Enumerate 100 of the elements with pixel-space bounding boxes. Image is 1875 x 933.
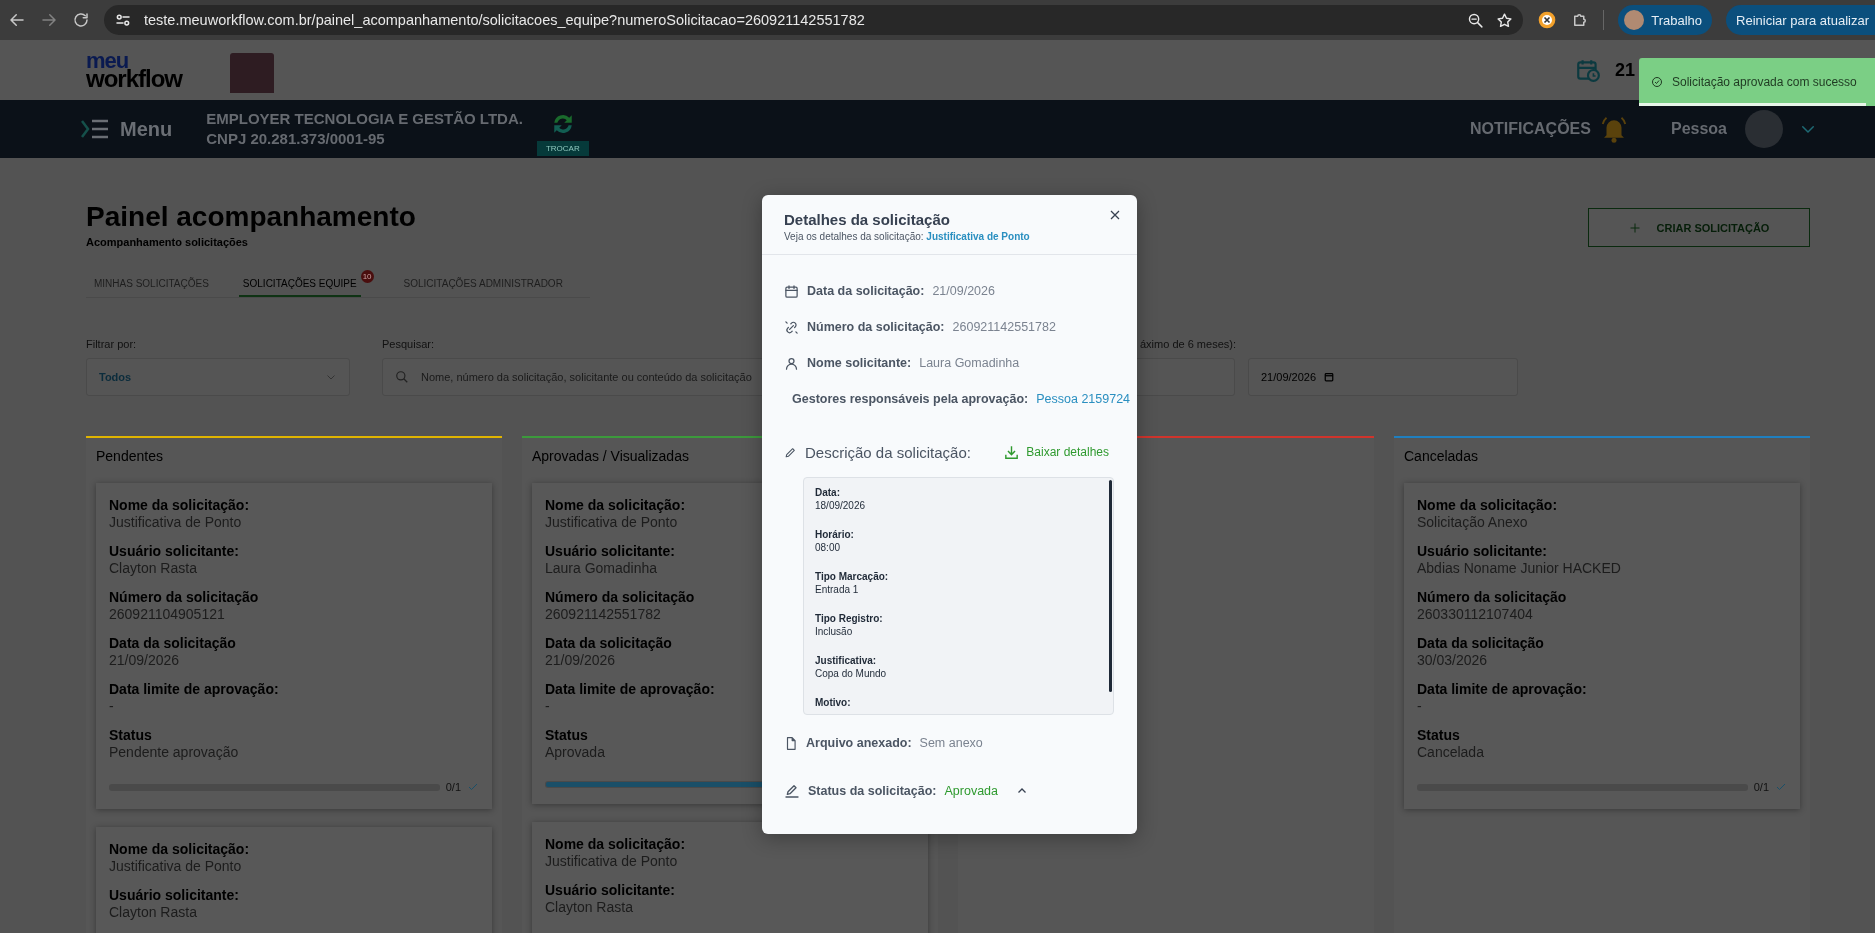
progress-count: 0/1	[445, 781, 461, 793]
zoom-out-icon[interactable]	[1467, 11, 1485, 29]
modal-title: Detalhes da solicitação	[784, 211, 950, 228]
page-title: Painel acompanhamento	[86, 200, 416, 234]
field-value: -	[109, 698, 114, 715]
description-value: 18/09/2026	[815, 499, 866, 512]
request-card[interactable]: Nome da solicitação: Justificativa de Ponto Usuário solicitante: Clayton Rasta	[96, 827, 492, 933]
field-label: Número da solicitação	[1417, 589, 1567, 606]
check-icon	[1775, 781, 1787, 793]
create-request-button[interactable]: CRIAR SOLICITAÇÃO	[1588, 208, 1810, 247]
filter-label: Filtrar por:	[86, 338, 137, 350]
column-title: Aprovadas / Visualizadas	[532, 447, 689, 464]
field-label: Número da solicitação:	[807, 320, 945, 334]
field-value: Justificativa de Ponto	[545, 853, 678, 870]
tab[interactable]: SOLICITAÇÕES EQUIPE	[238, 274, 361, 297]
pencil-icon	[784, 445, 797, 459]
extension-badge-icon[interactable]	[1537, 10, 1558, 30]
field-value: Cancelada	[1417, 744, 1484, 761]
field-label: Status	[109, 727, 152, 744]
field-label: Data limite de aprovação:	[545, 681, 715, 698]
field-label: Data limite de aprovação:	[109, 681, 279, 698]
managers-link[interactable]: Pessoa 2159724	[1036, 392, 1131, 406]
user-icon	[784, 355, 799, 371]
download-icon	[1003, 443, 1021, 461]
field-label: Nome da solicitação:	[109, 841, 250, 858]
field-label: Número da solicitação	[109, 589, 259, 606]
field-label: Data da solicitação:	[807, 284, 925, 298]
date-to-field[interactable]: 21/09/2026	[1248, 358, 1518, 396]
pencil-line-icon	[784, 783, 800, 799]
field-value: 260921104905121	[109, 606, 225, 623]
field-value: -	[1417, 698, 1422, 715]
description-value: Copa do Mundo	[815, 667, 887, 680]
download-link[interactable]: Baixar detalhes	[1003, 443, 1109, 461]
field-value: 260921142551782	[952, 320, 1056, 334]
field-value: Aprovada	[545, 744, 605, 761]
profile-photo-placeholder	[230, 53, 274, 93]
request-name-link[interactable]: Justificativa de Ponto	[926, 231, 1030, 242]
description-value: Inclusão	[815, 625, 853, 638]
page-subtitle: Acompanhamento solicitações	[86, 236, 248, 248]
user-name: Pessoa	[1670, 120, 1727, 138]
request-card[interactable]: Nome da solicitação: Justificativa de Ponto Usuário solicitante: Clayton Rasta	[532, 822, 928, 933]
field-value: Clayton Rasta	[109, 560, 197, 577]
menu-button[interactable]: Menu	[80, 117, 173, 141]
field-value: Justificativa de Ponto	[109, 514, 242, 531]
field-label: Status	[545, 727, 588, 744]
field-label: Nome da solicitação:	[545, 836, 686, 853]
calendar-icon	[784, 283, 799, 299]
field-label: Data da solicitação	[109, 635, 236, 652]
progress-count: 0/1	[1753, 781, 1769, 793]
field-value: 21/09/2026	[932, 284, 995, 298]
file-icon	[784, 735, 798, 751]
filter-dropdown[interactable]: Todos	[86, 358, 350, 396]
status-value: Aprovada	[944, 784, 999, 798]
close-button[interactable]	[1109, 209, 1121, 221]
field-value: Laura Gomadinha	[545, 560, 658, 577]
back-icon[interactable]	[8, 11, 26, 29]
field-label: Data limite de aprovação:	[1417, 681, 1587, 698]
request-card[interactable]	[1404, 483, 1800, 809]
field-label: Usuário solicitante:	[1417, 543, 1547, 560]
request-card[interactable]	[96, 483, 492, 809]
field-value: 21/09/2026	[109, 652, 180, 669]
field-label: Nome solicitante:	[807, 356, 912, 370]
field-label: Usuário solicitante:	[109, 887, 239, 904]
field-value: Pendente aprovação	[109, 744, 239, 761]
field-value: Solicitação Anexo	[1417, 514, 1528, 531]
forward-icon[interactable]	[40, 11, 58, 29]
update-button[interactable]: Reiniciar para atualizar	[1726, 5, 1875, 35]
field-label: Usuário solicitante:	[545, 882, 675, 899]
date-text: 21	[1614, 59, 1635, 81]
attachment-label: Arquivo anexado:	[806, 736, 912, 750]
field-label: Usuário solicitante:	[109, 543, 239, 560]
toast-message: Solicitação aprovada com sucesso	[1672, 75, 1857, 89]
field-value: 21/09/2026	[545, 652, 616, 669]
field-value: Clayton Rasta	[545, 899, 633, 916]
field-label: Nome da solicitação:	[1417, 497, 1558, 514]
menu-icon	[80, 118, 110, 140]
address-bar[interactable]: teste.meuworkflow.com.br/painel_acompanhamento/solicitacoes_equipe?numeroSolicitacao=260921142551782	[104, 5, 1524, 35]
description-value: Entrada 1	[815, 583, 859, 596]
field-label: Nome da solicitação:	[109, 497, 250, 514]
description-label: Data:	[815, 486, 840, 499]
period-label: áximo de 6 meses):	[1140, 338, 1236, 350]
reload-icon[interactable]	[72, 11, 90, 29]
field-value: -	[545, 698, 550, 715]
check-icon	[467, 781, 479, 793]
url-text: teste.meuworkflow.com.br/painel_acompanhamento/solicitacoes_equipe?numeroSolicitacao=260921142551782	[144, 12, 866, 28]
company-cnpj: CNPJ 20.281.373/0001-95	[206, 129, 385, 149]
search-label: Pesquisar:	[382, 338, 434, 350]
calendar-icon[interactable]	[1324, 372, 1335, 382]
star-icon[interactable]	[1496, 11, 1514, 29]
field-label: Usuário solicitante:	[545, 543, 675, 560]
column-title: Pendentes	[96, 447, 163, 464]
field-label: Status	[1417, 727, 1460, 744]
site-settings-icon[interactable]	[114, 11, 132, 29]
switch-button[interactable]: TROCAR	[536, 140, 589, 156]
description-value: 08:00	[815, 541, 841, 554]
check-circle-icon	[1651, 76, 1663, 88]
profile-button[interactable]: Trabalho	[1618, 5, 1713, 35]
field-label: Data da solicitação	[545, 635, 672, 652]
column-title: Canceladas	[1404, 447, 1478, 464]
scrollbar-thumb[interactable]	[1109, 480, 1112, 692]
